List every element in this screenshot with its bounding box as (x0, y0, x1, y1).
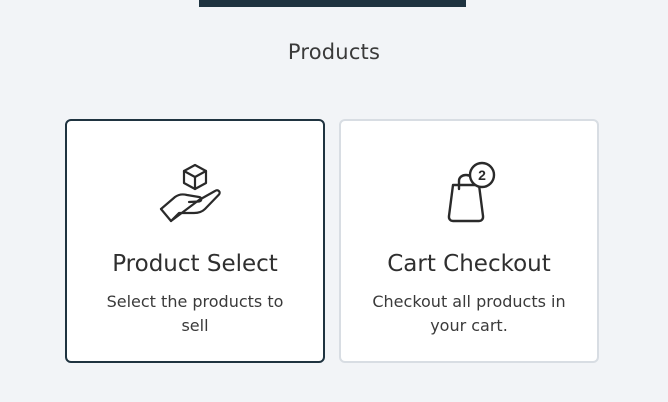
hand-with-box-icon (67, 159, 323, 229)
card-description: Checkout all products in your cart. (372, 292, 566, 335)
card-title: Product Select (112, 251, 278, 277)
card-cart-checkout[interactable]: 2 Cart Checkout Checkout all products in… (339, 119, 599, 363)
card-title: Cart Checkout (387, 251, 551, 277)
card-description: Select the products to sell (106, 292, 284, 335)
top-progress-bar (199, 0, 466, 7)
section-title: Products (287, 40, 381, 64)
card-product-select[interactable]: Product Select Select the products to se… (65, 119, 325, 363)
shopping-bag-icon: 2 (341, 159, 597, 229)
cart-badge-count: 2 (478, 167, 486, 183)
